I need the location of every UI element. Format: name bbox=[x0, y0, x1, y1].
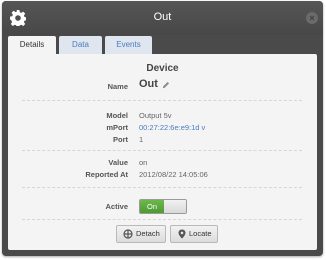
detach-label: Detach bbox=[136, 229, 160, 238]
mport-label: mPort bbox=[106, 123, 128, 132]
tab-details[interactable]: Details bbox=[8, 36, 56, 54]
mport-link[interactable]: 00:27:22:6e:e9:1d v bbox=[139, 123, 205, 132]
port-value: 1 bbox=[139, 135, 144, 144]
window-title: Out bbox=[153, 11, 172, 23]
value-value: on bbox=[139, 158, 148, 167]
close-icon[interactable]: × bbox=[306, 12, 318, 24]
locate-label: Locate bbox=[189, 229, 212, 238]
toggle-knob bbox=[164, 200, 186, 213]
divider bbox=[22, 187, 302, 188]
reported-at-label: Reported At bbox=[85, 170, 128, 179]
detach-button[interactable]: Detach bbox=[116, 225, 166, 243]
titlebar: Out × bbox=[2, 1, 323, 35]
locate-button[interactable]: Locate bbox=[170, 225, 218, 243]
active-label: Active bbox=[105, 202, 128, 211]
detach-icon bbox=[123, 229, 133, 239]
section-heading: Device bbox=[146, 63, 179, 74]
tab-data[interactable]: Data bbox=[59, 36, 102, 54]
device-dialog: Out × Details Data Events Device Name Ou… bbox=[2, 1, 323, 256]
locate-icon bbox=[178, 229, 186, 239]
pencil-icon[interactable] bbox=[162, 81, 170, 89]
divider bbox=[22, 100, 302, 101]
toggle-on-label: On bbox=[140, 200, 164, 213]
name-value: Out bbox=[139, 78, 158, 90]
details-panel: Device Name Out Model Output 5v mPort 00… bbox=[8, 54, 317, 250]
tab-events[interactable]: Events bbox=[105, 36, 152, 54]
active-toggle[interactable]: On bbox=[139, 199, 187, 214]
value-label: Value bbox=[108, 158, 128, 167]
divider bbox=[22, 219, 302, 220]
divider bbox=[22, 150, 302, 151]
model-value: Output 5v bbox=[139, 111, 172, 120]
tab-bar: Details Data Events bbox=[8, 36, 318, 54]
model-label: Model bbox=[106, 111, 128, 120]
port-label: Port bbox=[113, 135, 128, 144]
name-label: Name bbox=[107, 82, 128, 91]
reported-at-value: 2012/08/22 14:05:06 bbox=[139, 170, 208, 179]
